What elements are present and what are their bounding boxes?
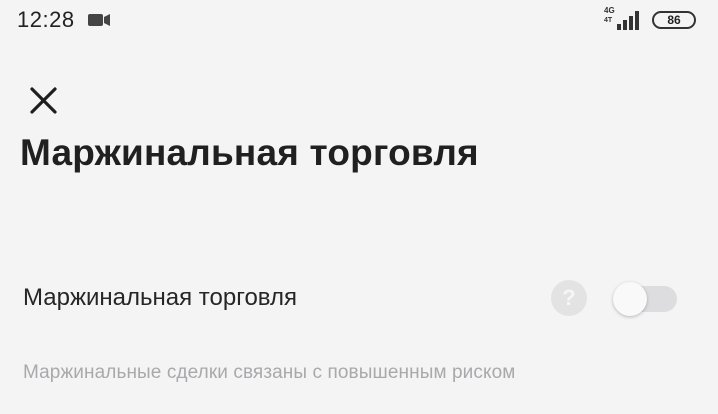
battery-icon: 86 bbox=[652, 11, 696, 29]
battery-level: 86 bbox=[667, 13, 681, 27]
network-sub-label: 4T bbox=[604, 17, 613, 24]
help-button[interactable]: ? bbox=[551, 280, 587, 316]
page-title: Маржинальная торговля bbox=[20, 132, 479, 173]
status-bar: 12:28 4G 4T 86 bbox=[0, 0, 718, 40]
close-button[interactable] bbox=[24, 82, 64, 122]
status-time: 12:28 bbox=[17, 7, 75, 32]
risk-note: Маржинальные сделки связаны с повышенным… bbox=[23, 362, 516, 383]
close-icon bbox=[30, 87, 57, 114]
margin-trading-setting-row: Маржинальная торговля ? bbox=[0, 268, 718, 328]
signal-icon bbox=[617, 11, 639, 30]
question-mark-icon: ? bbox=[562, 285, 576, 310]
video-camera-icon bbox=[88, 14, 110, 26]
setting-label: Маржинальная торговля bbox=[23, 284, 297, 311]
toggle-knob bbox=[613, 282, 647, 316]
margin-trading-toggle[interactable] bbox=[613, 282, 677, 316]
